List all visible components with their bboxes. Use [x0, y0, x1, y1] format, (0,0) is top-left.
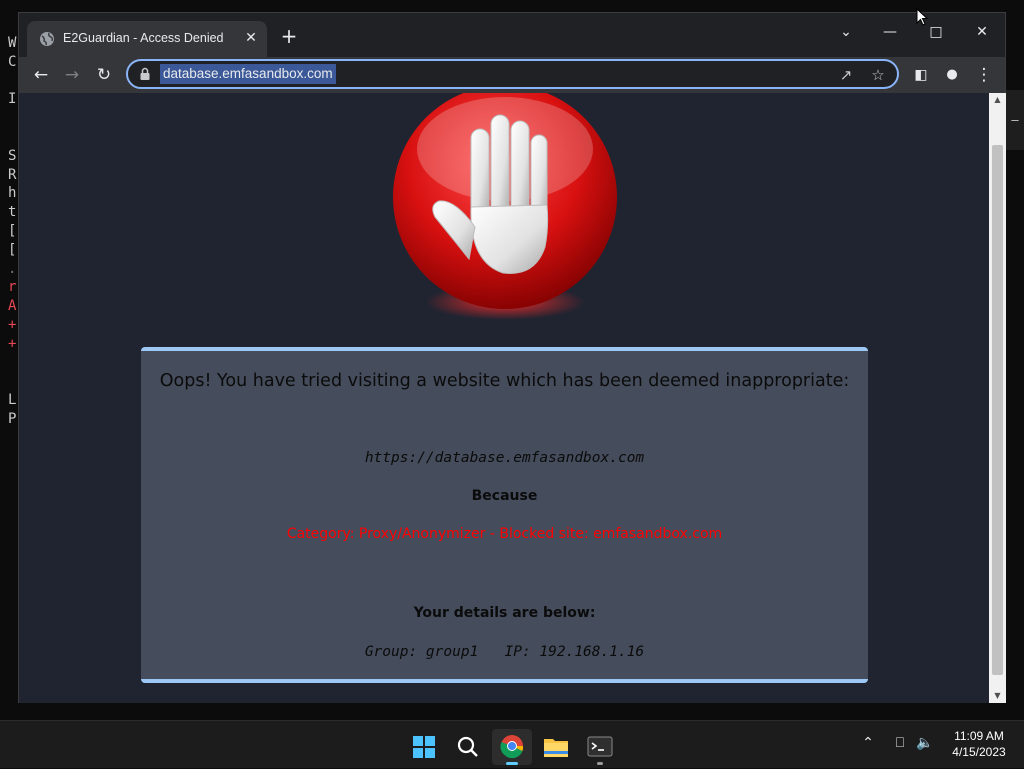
terminal-line: . [8, 260, 17, 277]
side-panel-icon[interactable]: ◧ [909, 63, 933, 87]
minimize-button[interactable]: — [871, 19, 909, 45]
clock-date: 4/15/2023 [952, 745, 1006, 759]
terminal-line: r [8, 279, 17, 296]
windows-taskbar: ⌃ ⎕ 🔈 11:09 AM 4/15/2023 [0, 720, 1024, 768]
forward-button[interactable]: → [60, 63, 84, 87]
chrome-browser-window: E2Guardian - Access Denied ✕ + ⌄ — □ ✕ ←… [18, 12, 1006, 703]
close-window-button[interactable]: ✕ [963, 19, 1001, 45]
terminal-line: S [8, 147, 17, 164]
denied-heading: Oops! You have tried visiting a website … [159, 371, 850, 391]
lock-icon[interactable] [138, 67, 152, 81]
running-app-indicator [597, 762, 603, 765]
search-icon[interactable] [448, 729, 488, 765]
start-windows-icon[interactable] [404, 729, 444, 765]
back-button[interactable]: ← [29, 63, 53, 87]
tab-access-denied[interactable]: E2Guardian - Access Denied ✕ [27, 21, 267, 57]
terminal-line: L [8, 392, 17, 409]
user-details: Group: group1 IP: 192.168.1.16 [364, 644, 645, 660]
terminal-line: R [8, 166, 17, 183]
system-clock[interactable]: 11:09 AM 4/15/2023 [946, 728, 1012, 760]
details-heading: Your details are below: [413, 605, 596, 621]
blocked-url: https://database.emfasandbox.com [364, 450, 645, 466]
access-denied-message-panel: Oops! You have tried visiting a website … [141, 347, 868, 683]
terminal-line: [ [8, 241, 17, 258]
chrome-logo-icon [500, 735, 524, 759]
tab-search-button[interactable]: ⌄ [827, 19, 865, 45]
tab-close-icon[interactable]: ✕ [243, 30, 259, 46]
volume-icon[interactable]: 🔈 [914, 735, 936, 751]
terminal-icon [587, 736, 613, 757]
show-hidden-icons-chevron-icon[interactable]: ⌃ [858, 735, 878, 751]
because-label: Because [471, 488, 538, 504]
terminal-line: + [8, 317, 17, 333]
stop-hand-icon [393, 93, 617, 320]
terminal-secondary-pane: — [1006, 90, 1024, 150]
page-viewport: Oops! You have tried visiting a website … [19, 93, 989, 703]
terminal-line: h [8, 185, 17, 202]
browser-toolbar: ← → ↻ database.emfasandbox.com ↗ ☆ ◧ ● ⋮ [19, 57, 1005, 93]
taskbar-chrome-button[interactable] [492, 729, 532, 765]
terminal-line: P [8, 411, 17, 427]
terminal-line: A [8, 298, 17, 315]
taskbar-terminal-button[interactable] [580, 729, 620, 765]
network-icon[interactable]: ⎕ [890, 735, 910, 751]
terminal-line: t [8, 204, 17, 221]
bookmark-star-icon[interactable]: ☆ [867, 64, 889, 86]
page-scrollbar[interactable]: ▲ ▼ [989, 93, 1006, 703]
new-tab-button[interactable]: + [277, 25, 301, 49]
scrollbar-thumb[interactable] [992, 145, 1003, 675]
terminal-line: I [8, 91, 17, 108]
mouse-pointer-icon [916, 8, 928, 26]
globe-icon [40, 32, 54, 46]
clock-time: 11:09 AM [954, 729, 1004, 743]
profile-icon[interactable]: ● [940, 63, 964, 87]
block-reason: Category: Proxy/Anonymizer - Blocked sit… [286, 526, 723, 542]
share-icon[interactable]: ↗ [835, 64, 857, 86]
file-explorer-icon[interactable] [536, 729, 576, 765]
scroll-up-arrow-icon[interactable]: ▲ [989, 93, 1006, 107]
terminal-line: + [8, 335, 17, 352]
terminal-line: C [8, 53, 17, 70]
reload-button[interactable]: ↻ [92, 63, 116, 87]
address-url-text[interactable]: database.emfasandbox.com [160, 64, 336, 84]
tab-strip: E2Guardian - Access Denied ✕ + ⌄ — □ ✕ [19, 13, 1005, 57]
chrome-menu-icon[interactable]: ⋮ [972, 63, 996, 87]
address-bar[interactable]: database.emfasandbox.com ↗ ☆ [126, 59, 899, 89]
terminal-line: W [8, 35, 17, 51]
scroll-down-arrow-icon[interactable]: ▼ [989, 689, 1006, 703]
tab-title: E2Guardian - Access Denied [63, 31, 224, 45]
terminal-line: [ [8, 223, 17, 239]
active-app-indicator [506, 762, 518, 765]
